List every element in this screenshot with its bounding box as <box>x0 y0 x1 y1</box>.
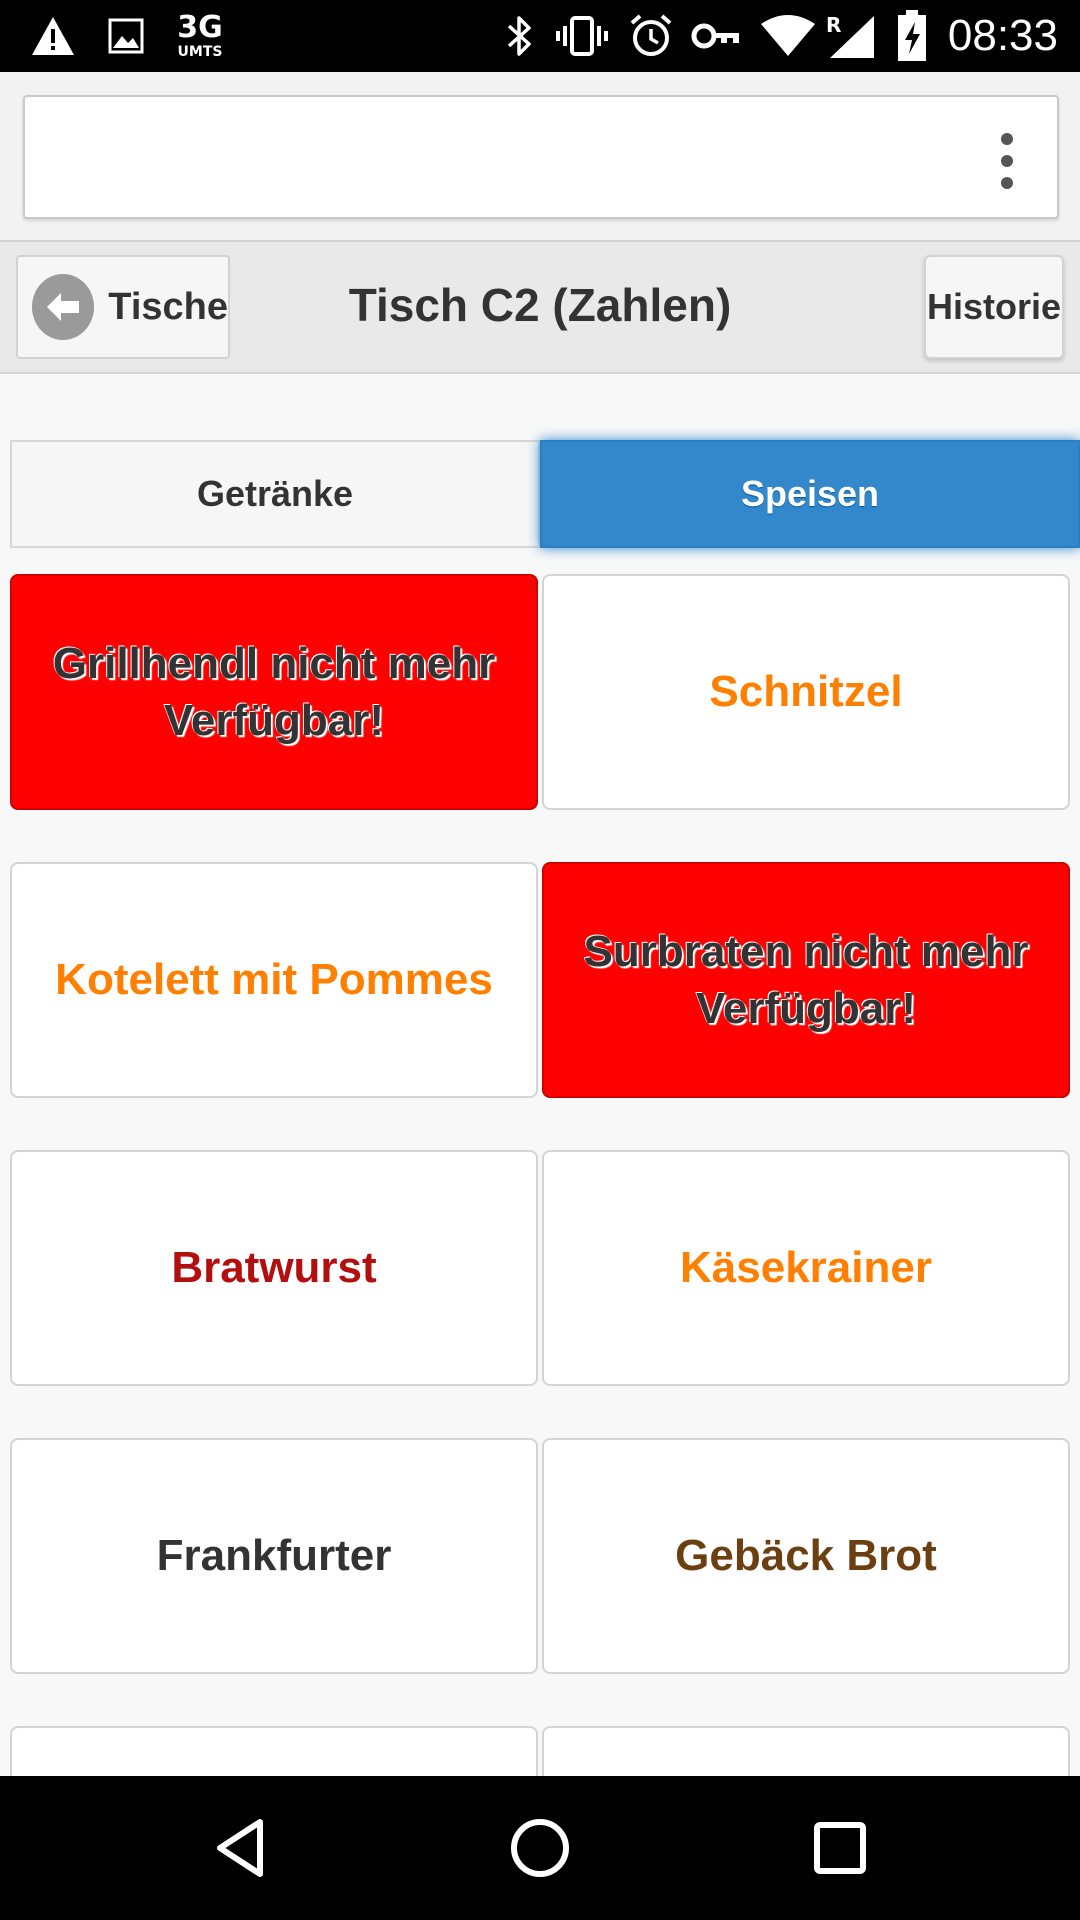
menu-item-partial[interactable] <box>10 1726 538 1776</box>
battery-charging-icon <box>892 0 932 72</box>
recents-square-icon[interactable] <box>770 1776 910 1920</box>
network-type-indicator: 3G UMTS <box>174 0 226 72</box>
browser-toolbar <box>0 72 1080 240</box>
menu-item-grillhendl[interactable]: Grillhendl nicht mehr Verfügbar! <box>10 574 538 810</box>
menu-item-bratwurst[interactable]: Bratwurst <box>10 1150 538 1386</box>
url-bar[interactable] <box>23 95 1059 219</box>
status-time: 08:33 <box>947 11 1058 60</box>
status-bar: 3G UMTS R 08:33 <box>0 0 1080 72</box>
back-to-tables-button[interactable]: Tische <box>16 255 230 359</box>
home-circle-icon[interactable] <box>470 1776 610 1920</box>
network-subtype-label: UMTS <box>177 44 223 60</box>
menu-item-frankfurter[interactable]: Frankfurter <box>10 1438 538 1674</box>
more-vert-icon[interactable] <box>997 133 1017 189</box>
category-tabs: Getränke Speisen <box>10 440 1080 548</box>
menu-item-gebaeck-brot[interactable]: Gebäck Brot <box>542 1438 1070 1674</box>
menu-item-kaesekrainer[interactable]: Käsekrainer <box>542 1150 1070 1386</box>
tab-getraenke[interactable]: Getränke <box>10 440 540 548</box>
menu-item-surbraten[interactable]: Surbraten nicht mehr Verfügbar! <box>542 862 1070 1098</box>
network-type-label: 3G <box>177 10 223 45</box>
menu-item-schnitzel[interactable]: Schnitzel <box>542 574 1070 810</box>
vpn-key-icon <box>690 0 744 72</box>
menu-item-kotelett[interactable]: Kotelett mit Pommes <box>10 862 538 1098</box>
navigation-bar <box>0 1776 1080 1920</box>
signal-icon: R <box>824 0 876 72</box>
page-title: Tisch C2 (Zahlen) <box>348 279 732 331</box>
app-header: Tische Tisch C2 (Zahlen) Historie <box>0 240 1080 374</box>
bluetooth-icon <box>500 0 540 72</box>
vibrate-icon <box>552 0 612 72</box>
tab-speisen[interactable]: Speisen <box>540 440 1080 548</box>
arrow-left-icon <box>32 274 95 340</box>
roaming-indicator: R <box>826 13 841 37</box>
image-icon <box>106 0 146 72</box>
menu-item-partial[interactable] <box>542 1726 1070 1776</box>
warning-icon <box>28 0 78 72</box>
back-button-label: Tische <box>108 285 228 328</box>
wifi-icon <box>758 0 818 72</box>
alarm-icon <box>626 0 676 72</box>
back-triangle-icon[interactable] <box>170 1776 310 1920</box>
history-button[interactable]: Historie <box>924 255 1064 359</box>
